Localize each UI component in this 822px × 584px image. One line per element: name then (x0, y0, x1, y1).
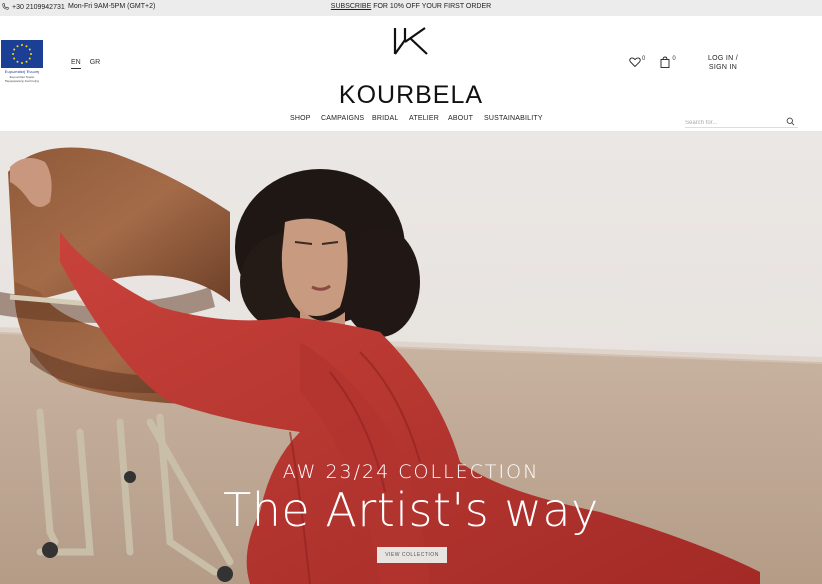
search-input[interactable] (685, 116, 780, 130)
eu-caption: Ευρωπαϊκή Ένωση (4, 69, 40, 74)
nav-shop[interactable]: SHOP (290, 115, 311, 122)
subscribe-link[interactable]: SUBSCRIBE (331, 3, 371, 10)
logo-mark-icon (393, 27, 428, 55)
hero-eyebrow: AW 23/24 COLLECTION (282, 461, 540, 483)
language-switcher: EN GR (71, 59, 100, 69)
cart-count: 0 (672, 56, 676, 62)
search-bar (685, 111, 798, 130)
hero-banner: AW 23/24 COLLECTION The Artist's way VIE… (0, 132, 822, 584)
nav-about[interactable]: ABOUT (448, 115, 473, 122)
search-icon[interactable] (786, 113, 795, 126)
promo-text: FOR 10% OFF YOUR FIRST ORDER (371, 3, 492, 10)
nav-sustainability[interactable]: SUSTAINABILITY (484, 115, 543, 122)
top-bar: +30 2109942731 Mon-Fri 9AM-5PM (GMT+2) S… (0, 0, 822, 16)
heart-icon (629, 56, 641, 70)
nav-bridal[interactable]: BRIDAL (372, 115, 399, 122)
nav-campaigns[interactable]: CAMPAIGNS (321, 115, 364, 122)
nav-atelier[interactable]: ATELIER (409, 115, 439, 122)
logo-wordmark: KOURBELA (338, 81, 484, 109)
eu-flag-icon (1, 40, 43, 68)
view-collection-button[interactable]: VIEW COLLECTION (377, 547, 447, 563)
cart-button[interactable]: 0 (659, 56, 676, 70)
hero-headline: The Artist's way (223, 483, 599, 537)
lang-gr[interactable]: GR (90, 59, 101, 69)
shopping-bag-icon (659, 56, 671, 70)
login-link[interactable]: LOG IN / SIGN IN (698, 54, 748, 72)
wishlist-button[interactable]: 0 (629, 56, 645, 70)
header-actions: 0 0 (629, 56, 690, 70)
promo-banner: SUBSCRIBE FOR 10% OFF YOUR FIRST ORDER (0, 3, 822, 10)
wishlist-count: 0 (642, 56, 646, 62)
eu-subcaption: Ευρωπαϊκό Ταμείο Περιφερειακής Ανάπτυξης (4, 75, 40, 83)
lang-en[interactable]: EN (71, 59, 81, 69)
eu-funding-badge[interactable]: Ευρωπαϊκή Ένωση Ευρωπαϊκό Ταμείο Περιφερ… (0, 40, 44, 86)
site-header: Ευρωπαϊκή Ένωση Ευρωπαϊκό Ταμείο Περιφερ… (0, 16, 822, 132)
